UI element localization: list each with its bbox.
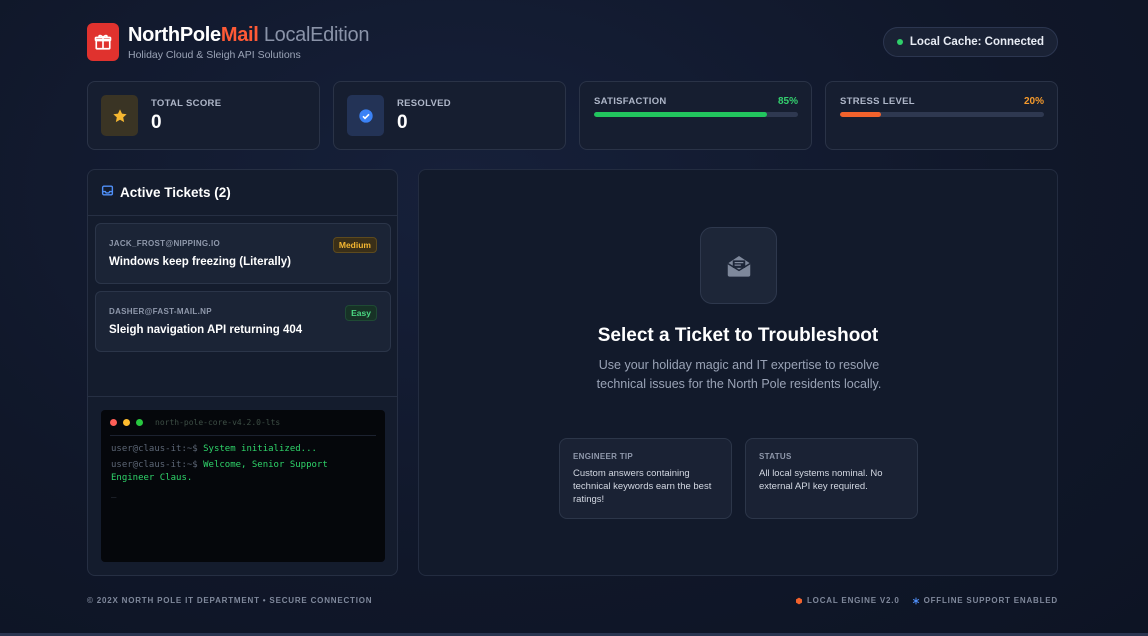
mail-open-icon bbox=[700, 227, 777, 304]
terminal-name: north-pole-core-v4.2.0-lts bbox=[155, 418, 281, 427]
difficulty-badge: Easy bbox=[345, 305, 377, 321]
satisfaction-label: SATISFACTION bbox=[594, 96, 667, 107]
terminal-titlebar: north-pole-core-v4.2.0-lts bbox=[110, 410, 376, 436]
tickets-title: Active Tickets (2) bbox=[120, 185, 231, 200]
ticket-sender: JACK_FROST@NIPPING.IO bbox=[109, 239, 221, 248]
check-circle-icon bbox=[347, 95, 384, 136]
ticket-sender: DASHER@FAST-MAIL.NP bbox=[109, 307, 212, 316]
engineer-tip-label: ENGINEER TIP bbox=[573, 452, 634, 461]
terminal-output: user@claus-it:~$ System initialized... u… bbox=[101, 436, 385, 508]
stress-bar-fill bbox=[840, 112, 881, 117]
resolved-card: RESOLVED 0 bbox=[333, 81, 566, 150]
resolved-value: 0 bbox=[397, 112, 408, 133]
app-title: NorthPoleMail LocalEdition bbox=[128, 23, 369, 47]
brand: NorthPoleMail LocalEdition Holiday Cloud… bbox=[128, 23, 369, 61]
maximize-dot-icon bbox=[136, 419, 143, 426]
gift-icon bbox=[87, 23, 119, 61]
satisfaction-card: SATISFACTION 85% bbox=[579, 81, 812, 150]
footer-engine: LOCAL ENGINE V2.0 bbox=[795, 596, 900, 605]
close-dot-icon bbox=[110, 419, 117, 426]
total-score-card: TOTAL SCORE 0 bbox=[87, 81, 320, 150]
stress-card: STRESS LEVEL 20% bbox=[825, 81, 1058, 150]
terminal-prompt: user@claus-it:~$ bbox=[111, 460, 198, 470]
ticket-item[interactable]: JACK_FROST@NIPPING.IO Medium Windows kee… bbox=[95, 223, 391, 284]
ticket-subject: Windows keep freezing (Literally) bbox=[109, 256, 292, 268]
status-label: STATUS bbox=[759, 452, 792, 461]
ticket-subject: Sleigh navigation API returning 404 bbox=[109, 324, 303, 336]
minimize-dot-icon bbox=[123, 419, 130, 426]
footer-offline-text: OFFLINE SUPPORT ENABLED bbox=[923, 596, 1058, 605]
stress-label: STRESS LEVEL bbox=[840, 96, 915, 107]
total-score-label: TOTAL SCORE bbox=[151, 98, 222, 109]
tickets-panel: Active Tickets (2) JACK_FROST@NIPPING.IO… bbox=[87, 169, 398, 576]
empty-state-description: Use your holiday magic and IT expertise … bbox=[596, 358, 882, 391]
terminal-cursor: _ bbox=[111, 489, 117, 499]
difficulty-badge: Medium bbox=[332, 237, 377, 253]
app-header: NorthPoleMail LocalEdition Holiday Cloud… bbox=[87, 23, 369, 61]
terminal-line: user@claus-it:~$ Welcome, Senior Support… bbox=[111, 459, 375, 485]
brand-primary: NorthPole bbox=[128, 24, 221, 46]
terminal-prompt: user@claus-it:~$ bbox=[111, 444, 198, 454]
satisfaction-percent: 85% bbox=[777, 96, 798, 107]
snowflake-icon bbox=[912, 597, 919, 604]
inbox-icon bbox=[101, 184, 114, 202]
status-dot-icon bbox=[896, 39, 903, 45]
tickets-header: Active Tickets (2) bbox=[88, 170, 397, 216]
satisfaction-bar bbox=[594, 112, 798, 117]
status-text: All local systems nominal. No external A… bbox=[759, 468, 883, 492]
terminal-console: north-pole-core-v4.2.0-lts user@claus-it… bbox=[101, 410, 385, 562]
terminal-line: user@claus-it:~$ System initialized... bbox=[111, 443, 375, 456]
status-card: STATUS All local systems nominal. No ext… bbox=[745, 438, 918, 519]
brand-accent: Mail bbox=[220, 24, 259, 46]
stress-percent: 20% bbox=[1023, 96, 1044, 107]
app-subtitle: Holiday Cloud & Sleigh API Solutions bbox=[128, 49, 301, 61]
ticket-item[interactable]: DASHER@FAST-MAIL.NP Easy Sleigh navigati… bbox=[95, 291, 391, 352]
empty-state-title: Select a Ticket to Troubleshoot bbox=[597, 325, 879, 346]
app-root: NorthPoleMail LocalEdition Holiday Cloud… bbox=[0, 0, 1148, 636]
footer-status: LOCAL ENGINE V2.0 OFFLINE SUPPORT ENABLE… bbox=[783, 596, 1058, 605]
cache-status-badge: Local Cache: Connected bbox=[883, 27, 1058, 57]
engineer-tip-text: Custom answers containing technical keyw… bbox=[573, 468, 712, 505]
footer-engine-text: LOCAL ENGINE V2.0 bbox=[807, 596, 900, 605]
stress-bar bbox=[840, 112, 1044, 117]
resolved-label: RESOLVED bbox=[397, 98, 451, 109]
cube-icon bbox=[796, 597, 802, 604]
terminal-text: System initialized... bbox=[197, 444, 317, 454]
total-score-value: 0 bbox=[151, 112, 162, 133]
footer-offline: OFFLINE SUPPORT ENABLED bbox=[912, 596, 1058, 605]
brand-suffix: LocalEdition bbox=[258, 24, 370, 46]
panel-divider bbox=[88, 396, 397, 397]
star-icon bbox=[101, 95, 138, 136]
main-panel: Select a Ticket to Troubleshoot Use your… bbox=[418, 169, 1058, 576]
engineer-tip-card: ENGINEER TIP Custom answers containing t… bbox=[559, 438, 732, 519]
footer-copyright: © 202X NORTH POLE IT DEPARTMENT • SECURE… bbox=[87, 596, 373, 605]
cache-status-text: Local Cache: Connected bbox=[909, 36, 1045, 48]
satisfaction-bar-fill bbox=[594, 112, 768, 117]
